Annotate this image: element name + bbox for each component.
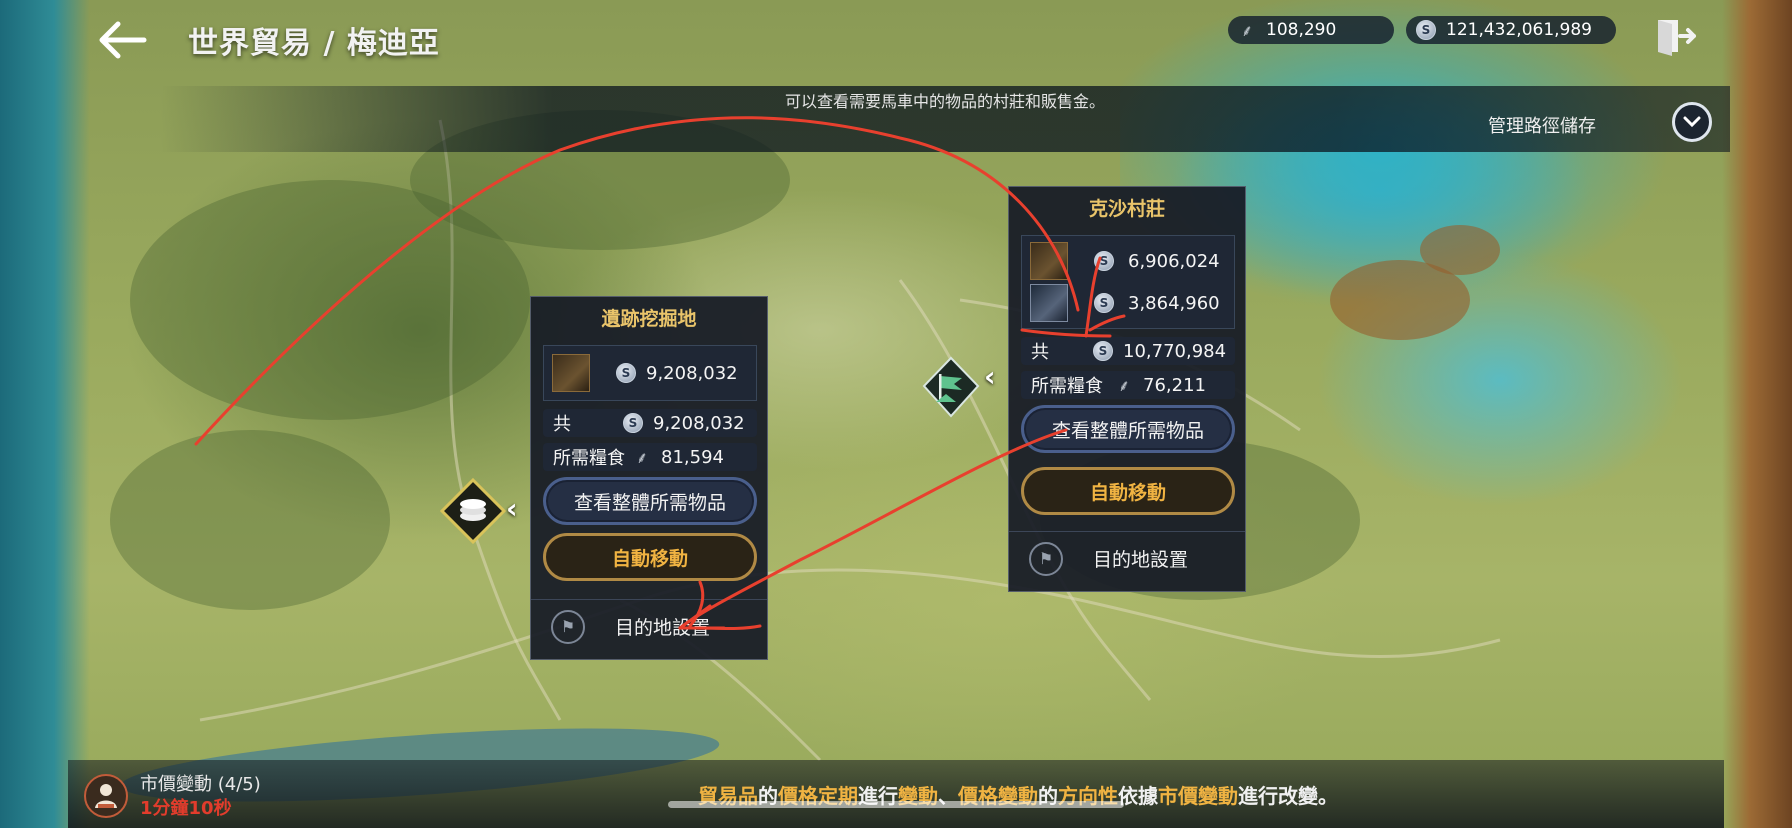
manage-route-expand-button[interactable]: [1672, 102, 1712, 142]
merchant-icon: [95, 784, 117, 808]
view-required-items-button[interactable]: 查看整體所需物品: [543, 477, 757, 525]
info-text: 可以查看需要馬車中的物品的村莊和販售金。: [784, 92, 1105, 111]
wheat-icon: ⸙: [635, 448, 648, 467]
ruins-marker[interactable]: [439, 477, 507, 548]
food-value: 81,594: [661, 446, 724, 468]
village-panel-ruins: 遺跡挖掘地 S 9,208,032 共 S 9,208,032 所需糧食 ⸙ 8…: [530, 296, 768, 660]
chevron-down-icon: [1683, 116, 1701, 128]
food-counter: ⸙ 108,290: [1228, 16, 1394, 44]
info-banner: 可以查看需要馬車中的物品的村莊和販售金。 管理路徑儲存: [160, 86, 1730, 152]
village-name: 遺跡挖掘地: [601, 308, 697, 330]
home-indicator[interactable]: [668, 801, 1124, 808]
bottom-bar: 市價變動 (4/5) 1分鐘10秒 貿易品的價格定期進行變動、價格變動的方向性依…: [68, 760, 1724, 828]
flag-icon: ⚑: [551, 609, 585, 644]
silver-amount: 121,432,061,989: [1446, 20, 1593, 40]
village-banner-icon: [922, 356, 980, 418]
kesha-marker-chevron-icon: ‹: [984, 360, 996, 393]
total-label: 共: [1031, 342, 1049, 363]
total-label: 共: [553, 414, 571, 435]
item-list: S 9,208,032: [543, 345, 757, 401]
set-destination-label: 目的地設置: [615, 617, 711, 639]
item-row[interactable]: S 9,208,032: [552, 354, 752, 392]
wheat-icon: ⸙: [1240, 21, 1253, 40]
view-required-items-button[interactable]: 查看整體所需物品: [1021, 405, 1235, 453]
exit-button[interactable]: [1654, 14, 1698, 58]
silver-coin-icon: S: [623, 413, 643, 433]
manage-route-label[interactable]: 管理路徑儲存: [1488, 112, 1596, 138]
page-title: 世界貿易 / 梅迪亞: [188, 26, 440, 61]
exit-door-icon: [1658, 20, 1696, 56]
silver-coin-icon: S: [1416, 20, 1436, 40]
auto-move-button[interactable]: 自動移動: [1021, 467, 1235, 515]
village-name: 克沙村莊: [1088, 198, 1165, 220]
market-price-icon[interactable]: [84, 774, 128, 818]
item-row[interactable]: S 6,906,024: [1030, 242, 1230, 280]
ruins-silver-stack-icon: [439, 477, 507, 545]
kesha-village-marker[interactable]: [922, 356, 980, 422]
notice-part: 市價變動: [1158, 784, 1238, 808]
food-amount: 108,290: [1266, 20, 1337, 40]
food-label: 所需糧食: [553, 448, 625, 469]
market-change-label: 市價變動 (4/5): [140, 774, 261, 795]
silver-coin-icon: S: [1093, 341, 1113, 361]
flag-icon: ⚑: [1029, 541, 1063, 576]
set-destination-button[interactable]: ⚑ 目的地設置: [1009, 531, 1245, 585]
total-row: 共 S 10,770,984: [1021, 337, 1235, 365]
total-row: 共 S 9,208,032: [543, 409, 757, 437]
ruins-marker-chevron-icon: ‹: [506, 492, 518, 525]
relic-item-icon: [552, 354, 590, 392]
silver-coin-icon: S: [616, 363, 636, 383]
notice-part: 依據: [1118, 784, 1158, 808]
item-row[interactable]: S 3,864,960: [1030, 284, 1230, 322]
item-price: 6,906,024: [1128, 250, 1220, 272]
silver-coin-icon: S: [1094, 251, 1114, 271]
wheat-icon: ⸙: [1117, 376, 1130, 395]
food-label: 所需糧食: [1031, 376, 1103, 397]
silver-counter: S 121,432,061,989: [1406, 16, 1616, 44]
item-list: S 6,906,024 S 3,864,960: [1021, 235, 1235, 329]
auto-move-button[interactable]: 自動移動: [543, 533, 757, 581]
top-bar: 世界貿易 / 梅迪亞 ⸙ 108,290 S 121,432,061,989: [68, 0, 1724, 80]
relic-item-icon: [1030, 242, 1068, 280]
silver-coin-icon: S: [1094, 293, 1114, 313]
set-destination-button[interactable]: ⚑ 目的地設置: [531, 599, 767, 653]
set-destination-label: 目的地設置: [1093, 549, 1189, 571]
notice-part: 進行改變。: [1238, 784, 1338, 808]
item-price: 3,864,960: [1128, 292, 1220, 314]
total-value: 10,770,984: [1123, 340, 1227, 362]
item-price: 9,208,032: [646, 362, 738, 384]
total-value: 9,208,032: [653, 412, 745, 434]
market-change-timer: 1分鐘10秒: [140, 798, 232, 819]
food-row: 所需糧食 ⸙ 81,594: [543, 443, 757, 471]
village-panel-kesha: 克沙村莊 S 6,906,024 S 3,864,960 共 S 10,770,…: [1008, 186, 1246, 592]
chest-item-icon: [1030, 284, 1068, 322]
arrow-left-icon: [99, 21, 147, 59]
food-row: 所需糧食 ⸙ 76,211: [1021, 371, 1235, 399]
back-button[interactable]: [94, 14, 150, 66]
food-value: 76,211: [1143, 374, 1206, 396]
